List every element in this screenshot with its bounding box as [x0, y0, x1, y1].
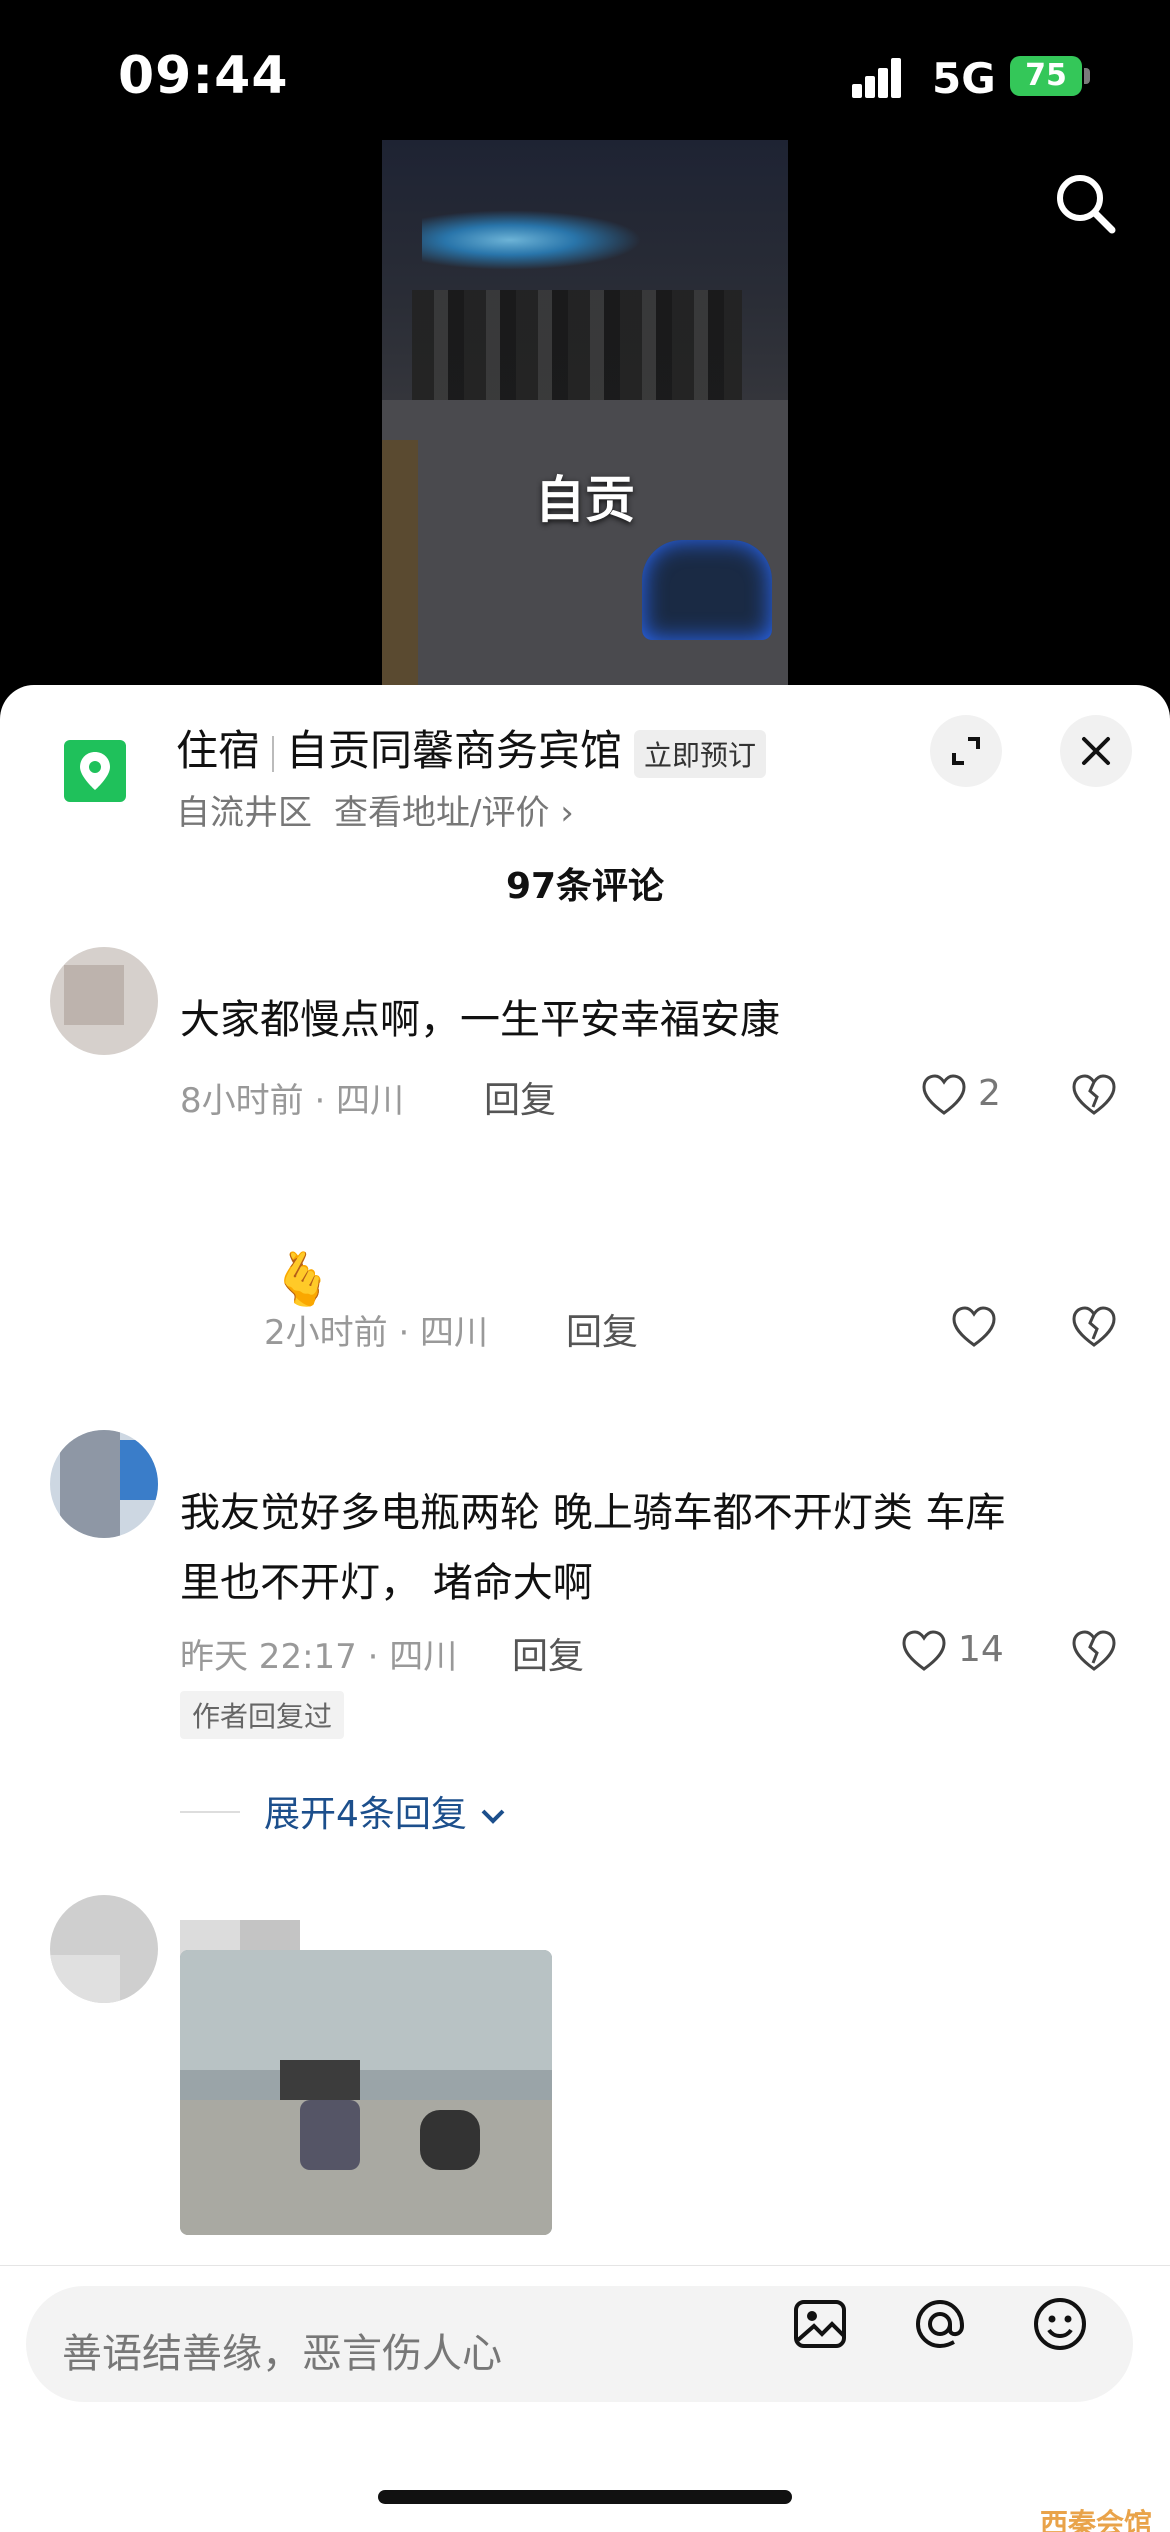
- poi-name[interactable]: 自贡同馨商务宾馆: [286, 726, 622, 775]
- home-indicator: [378, 2490, 792, 2504]
- comment-text: 大家都慢点啊，一生平安幸福安康: [180, 997, 780, 1043]
- expand-replies-label: 展开4条回复: [264, 1794, 467, 1835]
- battery-icon: 75: [1010, 56, 1082, 96]
- comment-meta: 8小时前 · 四川: [180, 1081, 405, 1121]
- video-player[interactable]: 自贡: [382, 140, 788, 685]
- heart-icon[interactable]: [920, 1071, 968, 1119]
- reply-button[interactable]: 回复: [484, 1071, 556, 1123]
- video-caption: 自贡: [535, 471, 635, 529]
- at-mention-icon[interactable]: [910, 2294, 970, 2354]
- poi-category: 住宿: [176, 726, 261, 775]
- comment-meta: 昨天 22:17 · 四川: [180, 1637, 458, 1677]
- avatar-blur: [120, 1440, 158, 1500]
- expand-replies-button[interactable]: 展开4条回复: [264, 1785, 508, 1837]
- comment-meta: 2小时前 · 四川: [264, 1313, 489, 1353]
- avatar[interactable]: [50, 1430, 158, 1538]
- status-bar: 09:44 5G 75: [0, 0, 1170, 140]
- poi-address-link[interactable]: 查看地址/评价 ›: [334, 793, 574, 833]
- photo-scooter: [300, 2100, 360, 2170]
- expand-button[interactable]: [930, 715, 1002, 787]
- photo-building: [180, 1950, 552, 2070]
- comment-input-bar: 善语结善缘，恶言伤人心 西秦会馆: [0, 2265, 1170, 2532]
- comment-count: 97条评论: [505, 866, 665, 907]
- close-icon: [1082, 737, 1110, 765]
- avatar-blur: [64, 965, 124, 1025]
- battery-level: 75: [1025, 58, 1067, 93]
- broken-heart-icon[interactable]: [1070, 1303, 1118, 1351]
- avatar-blur: [60, 1430, 120, 1538]
- photo-motorbike: [420, 2110, 480, 2170]
- video-scene-lights: [422, 210, 642, 270]
- expand-divider: [180, 1811, 240, 1813]
- video-scene-motorbike: [642, 540, 772, 640]
- poi-divider: [272, 735, 275, 772]
- chevron-down-icon: [481, 1809, 505, 1824]
- close-button[interactable]: [1060, 715, 1132, 787]
- search-icon[interactable]: [1050, 168, 1120, 238]
- broken-heart-icon[interactable]: [1070, 1627, 1118, 1675]
- avatar-blur: [50, 1955, 120, 2003]
- comment-input-placeholder: 善语结善缘，恶言伤人心: [62, 2331, 502, 2377]
- network-type: 5G: [932, 54, 996, 103]
- expand-icon: [952, 737, 980, 765]
- poi-title-row[interactable]: 住宿 自贡同馨商务宾馆 立即预订: [176, 717, 767, 778]
- author-replied-tag: 作者回复过: [180, 1691, 345, 1739]
- avatar[interactable]: [50, 947, 158, 1055]
- status-time: 09:44: [118, 46, 289, 106]
- heart-icon[interactable]: [950, 1303, 998, 1351]
- image-icon[interactable]: [790, 2294, 850, 2354]
- photo-ground: [180, 2100, 552, 2235]
- reply-button[interactable]: 回复: [566, 1303, 638, 1355]
- battery-tip: [1084, 68, 1090, 84]
- comment-text-line: 里也不开灯， 堵命大啊: [180, 1560, 593, 1606]
- book-now-badge[interactable]: 立即预订: [634, 729, 767, 778]
- poi-subtitle-row: 自流井区 查看地址/评价 ›: [176, 785, 574, 834]
- like-count: 2: [978, 1073, 1001, 1114]
- comment-photo[interactable]: [180, 1950, 552, 2235]
- video-scene-people: [412, 290, 742, 400]
- comment-text-line: 我友觉好多电瓶两轮 晚上骑车都不开灯类 车库: [180, 1490, 1006, 1536]
- watermark: 西秦会馆: [1040, 2507, 1153, 2532]
- avatar[interactable]: [50, 1895, 158, 2003]
- signal-icon: [852, 58, 914, 98]
- comments-sheet: 住宿 自贡同馨商务宾馆 立即预订 自流井区 查看地址/评价 › 97条评论 大家都慢点…: [0, 685, 1170, 2532]
- heart-icon[interactable]: [900, 1627, 948, 1675]
- reply-button[interactable]: 回复: [512, 1627, 584, 1679]
- location-pin-icon: [64, 740, 126, 802]
- broken-heart-icon[interactable]: [1070, 1071, 1118, 1119]
- emoji-icon[interactable]: [1030, 2294, 1090, 2354]
- like-count: 14: [958, 1629, 1004, 1670]
- poi-district: 自流井区: [176, 793, 312, 833]
